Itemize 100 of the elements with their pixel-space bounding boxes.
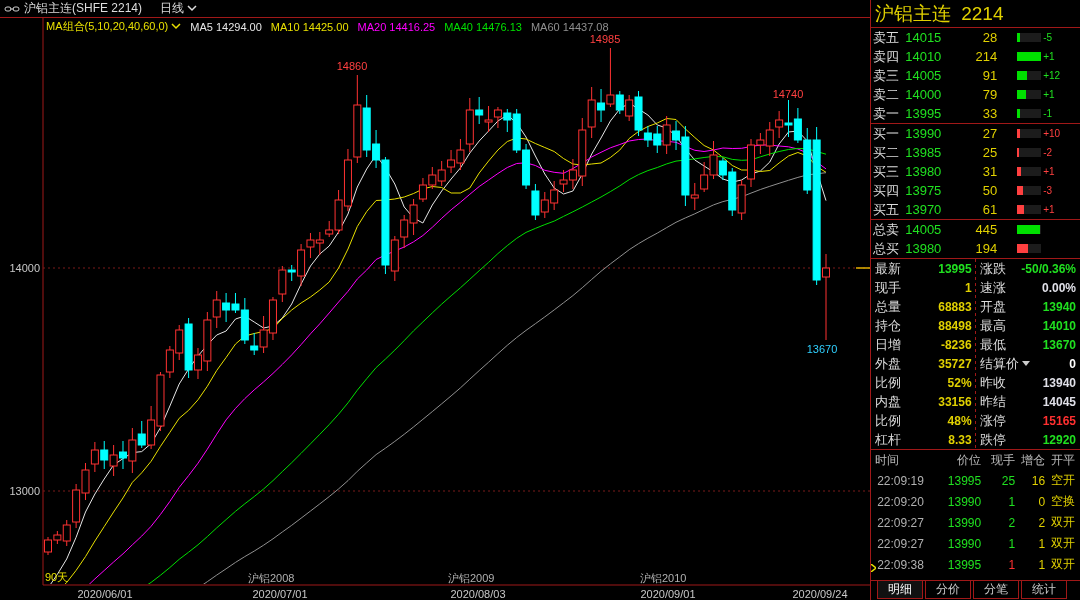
price-axis-label: 14000 (9, 262, 40, 274)
volume-change: +1 (1043, 204, 1056, 215)
order-level-label: 卖二 (872, 85, 901, 104)
column-header: 价位 (956, 451, 982, 469)
candlestick (700, 161, 709, 193)
chevron-down-icon (171, 23, 182, 30)
candlestick (653, 125, 662, 154)
stat-value: 88498 (938, 318, 972, 333)
date-label: 2020/08/03 (450, 588, 506, 600)
stat-label: 开盘 (979, 297, 1006, 316)
stat-label: 外盘 (875, 354, 902, 373)
order-price: 13970 (905, 202, 943, 217)
panel-tab[interactable]: 统计 (1021, 581, 1068, 599)
instrument-title: 沪铝主连(SHFE 2214) (24, 0, 143, 17)
panel-tab[interactable]: 分笔 (973, 581, 1020, 599)
date-label: 2020/09/01 (640, 588, 696, 600)
order-volume: 61 (981, 202, 998, 217)
open-interest-change: 2 (1037, 515, 1046, 530)
candlestick (662, 115, 671, 155)
stat-value: 48% (947, 413, 972, 428)
order-level-label: 买五 (872, 200, 901, 219)
stat-value: -8236 (940, 337, 972, 352)
candlestick (400, 214, 409, 249)
volume-change: +10 (1043, 128, 1062, 139)
order-price: 14015 (905, 30, 943, 45)
trade-price: 13995 (946, 557, 982, 572)
stat-value: 12920 (1042, 432, 1076, 447)
stat-value: 33156 (938, 394, 972, 409)
stat-label: 最低 (979, 335, 1006, 354)
order-level-label: 买四 (872, 181, 901, 200)
order-level-label: 卖四 (872, 47, 901, 66)
open-interest-change: 1 (1037, 557, 1046, 572)
stat-value: 13940 (1042, 299, 1076, 314)
trade-type: 双开 (1050, 556, 1076, 573)
stat-label: 比例 (875, 411, 902, 430)
candlestick (100, 440, 109, 470)
candlestick (90, 441, 99, 473)
stat-value: 15165 (1042, 413, 1076, 428)
stat-value: 68883 (938, 299, 972, 314)
trade-price: 13990 (946, 494, 982, 509)
candlestick (737, 179, 746, 221)
order-level-label: 卖三 (872, 66, 901, 85)
stat-label: 现手 (875, 278, 902, 297)
period-dropdown[interactable]: 日线 (156, 0, 202, 17)
volume-change: -1 (1043, 108, 1054, 119)
trade-time: 22:09:19 (877, 473, 924, 488)
open-interest-change: 0 (1037, 494, 1046, 509)
panel-tab[interactable]: 明细 (877, 581, 924, 599)
order-price: 14010 (905, 49, 943, 64)
indicator-dropdown[interactable]: MA组合(5,10,20,40,60,0) (46, 19, 182, 34)
trade-type: 空换 (1050, 493, 1076, 510)
candlestick (484, 105, 493, 133)
trade-volume: 1 (1007, 494, 1016, 509)
open-interest-change: 16 (1030, 473, 1046, 488)
order-price: 13980 (905, 164, 943, 179)
volume-change: +1 (1043, 89, 1056, 100)
candlestick (775, 110, 784, 139)
order-volume: 33 (981, 106, 998, 121)
link-icon[interactable] (4, 4, 20, 13)
stat-label: 涨停 (979, 411, 1006, 430)
stat-label: 持仓 (875, 316, 902, 335)
candlestick (493, 106, 502, 129)
settlement-dropdown[interactable]: 结算价 (979, 354, 1030, 373)
stat-value: 14010 (1042, 318, 1076, 333)
stat-value: 13995 (938, 261, 972, 276)
stat-value: 52% (947, 375, 972, 390)
volume-change: +1 (1043, 51, 1056, 62)
trade-type: 双开 (1050, 514, 1076, 531)
stat-value: 0.00% (1041, 280, 1076, 295)
trade-price: 13990 (946, 536, 982, 551)
contract-label: 沪铝2008 (248, 572, 295, 584)
stat-label: 比例 (875, 373, 902, 392)
order-volume: 50 (981, 183, 998, 198)
order-level-label: 卖五 (872, 28, 901, 47)
stat-label: 速涨 (979, 278, 1006, 297)
trade-time: 22:09:38 (877, 557, 924, 572)
total-price: 14005 (905, 222, 943, 237)
date-label: 2020/07/01 (252, 588, 308, 600)
contract-label: 沪铝2009 (448, 572, 495, 584)
column-header: 现手 (990, 451, 1016, 469)
trade-type: 双开 (1050, 535, 1076, 552)
stat-label: 最新 (875, 259, 902, 278)
triangle-down-icon (1021, 361, 1030, 366)
moving-average-value: MA20 14416.25 (357, 20, 436, 33)
candlestick (315, 231, 324, 256)
order-volume: 25 (981, 145, 998, 160)
candlestick (81, 462, 90, 501)
chevron-down-icon (187, 5, 198, 12)
trade-volume: 2 (1007, 515, 1016, 530)
order-price: 13990 (905, 126, 943, 141)
column-header: 增仓 (1020, 451, 1046, 469)
stat-label: 昨收 (979, 373, 1006, 392)
volume-change: -2 (1043, 147, 1054, 158)
stat-label: 总量 (875, 297, 902, 316)
candlestick (268, 296, 277, 341)
price-axis-label: 13000 (9, 485, 40, 497)
order-level-label: 买三 (872, 162, 901, 181)
total-volume: 194 (974, 241, 998, 256)
panel-tab[interactable]: 分价 (925, 581, 972, 599)
candlestick (784, 99, 793, 138)
